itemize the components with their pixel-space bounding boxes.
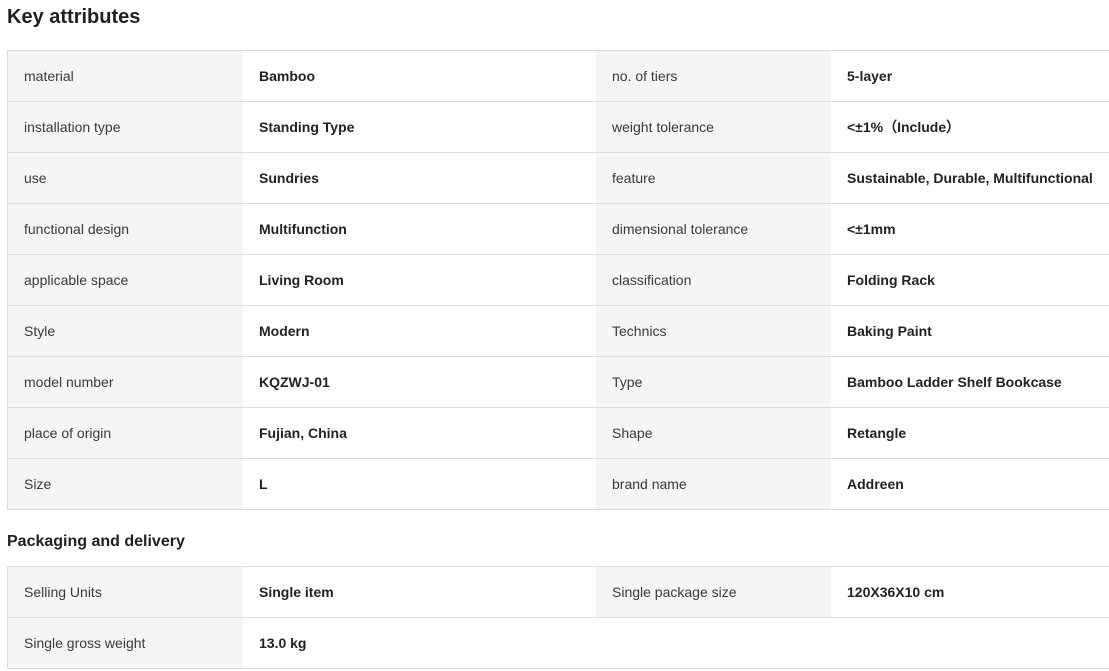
table-row: applicable space Living Room classificat… — [8, 255, 1109, 306]
table-row: place of origin Fujian, China Shape Reta… — [8, 408, 1109, 459]
empty-cell — [831, 618, 1109, 668]
attribute-value: Folding Rack — [831, 255, 1109, 305]
attribute-label: applicable space — [8, 255, 243, 305]
table-row: Style Modern Technics Baking Paint — [8, 306, 1109, 357]
attribute-label: functional design — [8, 204, 243, 254]
attribute-label: Selling Units — [8, 567, 243, 617]
product-attributes-page: Key attributes material Bamboo no. of ti… — [0, 0, 1109, 671]
attribute-label: installation type — [8, 102, 243, 152]
attribute-label: Single package size — [596, 567, 831, 617]
attribute-label: Single gross weight — [8, 618, 243, 668]
empty-cell — [596, 618, 831, 668]
attribute-label: feature — [596, 153, 831, 203]
attribute-label: classification — [596, 255, 831, 305]
attribute-value: Bamboo — [243, 51, 596, 101]
attribute-label: no. of tiers — [596, 51, 831, 101]
packaging-heading: Packaging and delivery — [7, 533, 185, 550]
table-row: model number KQZWJ-01 Type Bamboo Ladder… — [8, 357, 1109, 408]
attribute-label: Size — [8, 459, 243, 509]
table-row: material Bamboo no. of tiers 5-layer — [8, 51, 1109, 102]
attribute-value: Modern — [243, 306, 596, 356]
attribute-value: Fujian, China — [243, 408, 596, 458]
attribute-label: dimensional tolerance — [596, 204, 831, 254]
attribute-label: weight tolerance — [596, 102, 831, 152]
attribute-value: Sustainable, Durable, Multifunctional — [831, 153, 1109, 203]
attribute-value: Multifunction — [243, 204, 596, 254]
attribute-value: Addreen — [831, 459, 1109, 509]
attribute-value: 13.0 kg — [243, 618, 596, 668]
attribute-label: place of origin — [8, 408, 243, 458]
attribute-value: L — [243, 459, 596, 509]
table-row: Selling Units Single item Single package… — [8, 567, 1109, 618]
attribute-value: Retangle — [831, 408, 1109, 458]
attribute-label: use — [8, 153, 243, 203]
table-row: functional design Multifunction dimensio… — [8, 204, 1109, 255]
attribute-value: <±1mm — [831, 204, 1109, 254]
attribute-label: model number — [8, 357, 243, 407]
table-row: installation type Standing Type weight t… — [8, 102, 1109, 153]
attribute-label: Type — [596, 357, 831, 407]
attribute-label: material — [8, 51, 243, 101]
attribute-value: KQZWJ-01 — [243, 357, 596, 407]
attribute-value: 5-layer — [831, 51, 1109, 101]
attribute-value: Sundries — [243, 153, 596, 203]
attribute-label: brand name — [596, 459, 831, 509]
key-attributes-table: material Bamboo no. of tiers 5-layer ins… — [7, 50, 1109, 510]
key-attributes-heading: Key attributes — [7, 6, 141, 28]
attribute-value: Baking Paint — [831, 306, 1109, 356]
attribute-value: <±1%（Include） — [831, 102, 1109, 152]
attribute-value: 120X36X10 cm — [831, 567, 1109, 617]
attribute-label: Shape — [596, 408, 831, 458]
attribute-value: Single item — [243, 567, 596, 617]
attribute-value: Bamboo Ladder Shelf Bookcase — [831, 357, 1109, 407]
packaging-table: Selling Units Single item Single package… — [7, 566, 1109, 669]
attribute-label: Technics — [596, 306, 831, 356]
table-row: Single gross weight 13.0 kg — [8, 618, 1109, 669]
attribute-value: Living Room — [243, 255, 596, 305]
attribute-value: Standing Type — [243, 102, 596, 152]
attribute-label: Style — [8, 306, 243, 356]
table-row: use Sundries feature Sustainable, Durabl… — [8, 153, 1109, 204]
table-row: Size L brand name Addreen — [8, 459, 1109, 510]
